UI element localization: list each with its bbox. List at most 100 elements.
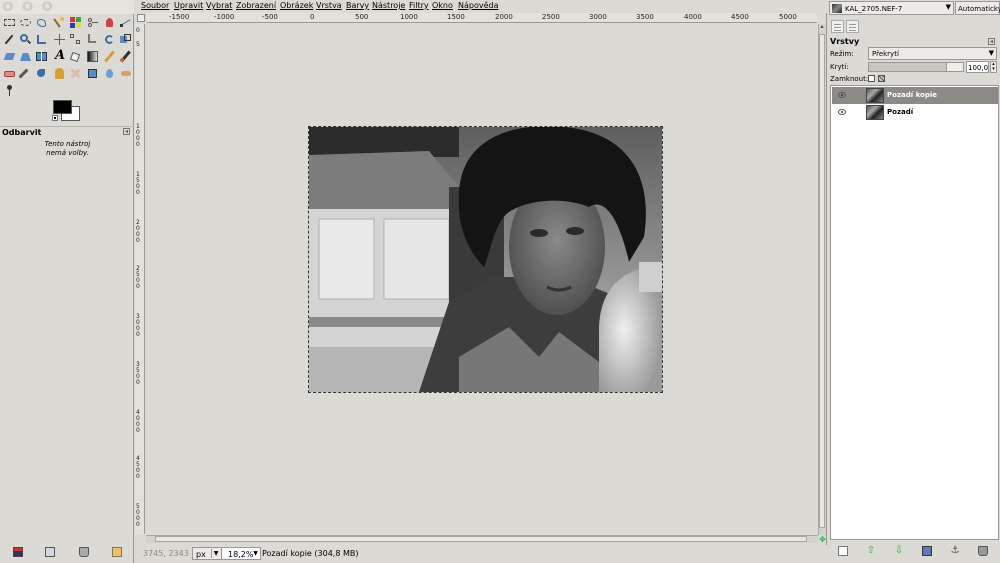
ruler-label: 0: [136, 27, 140, 34]
ruler-label: 2500: [136, 265, 140, 290]
menu-okno[interactable]: Okno: [432, 1, 453, 10]
eye-icon[interactable]: [838, 92, 846, 98]
flip-tool-icon[interactable]: [35, 50, 48, 63]
fuzzy-select-tool-icon[interactable]: [53, 16, 66, 29]
vertical-ruler[interactable]: 0 5 1000 1500 2000 2500 3000 3500 4000 4…: [135, 24, 145, 534]
shear-tool-icon[interactable]: [3, 50, 16, 63]
image-canvas-photo[interactable]: [308, 126, 663, 393]
horizontal-ruler[interactable]: -1500 -1000 -500 0 500 1000 1500 2000 25…: [147, 13, 817, 23]
menu-filtry[interactable]: Filtry: [409, 1, 429, 10]
clone-tool-icon[interactable]: [53, 67, 66, 80]
menu-nastroje[interactable]: Nástroje: [372, 1, 405, 10]
menu-barvy[interactable]: Barvy: [346, 1, 369, 10]
anchor-layer-icon[interactable]: ⚓: [950, 546, 960, 556]
menu-vrstva[interactable]: Vrstva: [316, 1, 342, 10]
ruler-label: 4000: [136, 409, 140, 434]
delete-layer-icon[interactable]: [978, 546, 988, 556]
measure-tool-icon[interactable]: [35, 33, 48, 46]
reset-options-icon[interactable]: [112, 547, 122, 557]
status-message: Pozadí kopie (304,8 MB): [262, 549, 359, 558]
layers-list[interactable]: Pozadí kopie Pozadí: [830, 85, 999, 540]
dodge-burn-tool-icon[interactable]: [3, 84, 16, 97]
image-select[interactable]: KAL_2705.NEF-7 ▼: [829, 1, 954, 15]
pencil-tool-icon[interactable]: [103, 50, 116, 63]
move-tool-icon[interactable]: [53, 33, 66, 46]
align-tool-icon[interactable]: [69, 33, 82, 46]
pointer-coordinates: 3745, 2343: [143, 549, 189, 558]
toolbox-window: o o o A Odbarvit ◂ Tento nástroj nemá vo…: [0, 0, 134, 563]
tool-options-title: Odbarvit: [2, 128, 42, 137]
text-tool-icon[interactable]: A: [53, 48, 66, 63]
crop-tool-icon[interactable]: [86, 33, 99, 46]
save-options-icon[interactable]: [13, 547, 23, 557]
layer-row[interactable]: Pozadí: [832, 104, 998, 121]
perspective-tool-icon[interactable]: [19, 50, 32, 63]
menu-upravit[interactable]: Upravit: [174, 1, 203, 10]
ruler-label: -500: [262, 13, 278, 21]
menu-vybrat[interactable]: Vybrat: [206, 1, 232, 10]
layer-row[interactable]: Pozadí kopie: [832, 87, 998, 104]
smudge-tool-icon[interactable]: [119, 67, 132, 80]
layer-thumbnail: [866, 105, 884, 120]
opacity-input[interactable]: 100,0: [966, 61, 989, 73]
unit-select[interactable]: px ▼: [192, 547, 222, 560]
rotate-tool-icon[interactable]: [103, 33, 116, 46]
tool-options-config-icon[interactable]: ◂: [123, 128, 130, 135]
tab-channels[interactable]: [846, 20, 859, 33]
quick-mask-toggle[interactable]: [137, 14, 145, 22]
tool-options-note: Tento nástroj nemá volby.: [44, 140, 91, 157]
opacity-spin-icon[interactable]: ▴ ▾: [990, 61, 997, 73]
blend-tool-icon[interactable]: [86, 50, 99, 63]
eye-icon[interactable]: [838, 109, 846, 115]
scissors-tool-icon[interactable]: [86, 16, 99, 29]
tab-layers[interactable]: [831, 20, 844, 33]
scale-tool-icon[interactable]: [119, 33, 132, 46]
mode-select[interactable]: Překrytí ▼: [868, 47, 997, 60]
select-by-color-tool-icon[interactable]: [69, 16, 82, 29]
ruler-label: 5: [136, 41, 140, 48]
dock-tabs: [828, 18, 1000, 35]
rect-select-tool-icon[interactable]: [3, 16, 16, 29]
menu-soubor[interactable]: Soubor: [141, 1, 169, 10]
ruler-label: -1500: [169, 13, 190, 21]
perspective-clone-tool-icon[interactable]: [86, 67, 99, 80]
ruler-label: 4500: [136, 455, 140, 480]
color-picker-tool-icon[interactable]: [3, 33, 16, 46]
auto-button[interactable]: Automaticky: [955, 1, 1000, 15]
layers-config-icon[interactable]: ◂: [988, 38, 995, 45]
paths-tool-icon[interactable]: [119, 16, 132, 29]
new-layer-icon[interactable]: [838, 546, 848, 556]
default-colors-icon[interactable]: [52, 115, 58, 121]
horizontal-scroll-thumb[interactable]: [155, 536, 807, 542]
ellipse-select-tool-icon[interactable]: [19, 16, 32, 29]
ink-tool-icon[interactable]: [35, 67, 48, 80]
bucket-fill-tool-icon[interactable]: [69, 50, 82, 63]
menu-obrazek[interactable]: Obrázek: [280, 1, 313, 10]
vertical-scroll-thumb[interactable]: [819, 34, 825, 528]
blur-tool-icon[interactable]: [103, 67, 116, 80]
foreground-select-tool-icon[interactable]: [103, 16, 116, 29]
raise-layer-icon[interactable]: ⇧: [866, 546, 876, 556]
navigate-icon[interactable]: ✥: [818, 536, 827, 544]
restore-options-icon[interactable]: [45, 547, 55, 557]
ruler-label: 2000: [495, 13, 513, 21]
menu-zobrazeni[interactable]: Zobrazení: [236, 1, 276, 10]
eraser-tool-icon[interactable]: [3, 67, 16, 80]
statusbar: 3745, 2343 px ▼ 18,2% ▼ Pozadí kopie (30…: [135, 545, 827, 563]
zoom-select[interactable]: 18,2% ▼: [221, 547, 261, 560]
heal-tool-icon[interactable]: [69, 67, 82, 80]
lock-alpha-icon[interactable]: [878, 75, 885, 82]
free-select-tool-icon[interactable]: [35, 16, 48, 29]
duplicate-layer-icon[interactable]: [922, 546, 932, 556]
menu-napoveda[interactable]: Nápověda: [458, 1, 499, 10]
airbrush-tool-icon[interactable]: [18, 67, 32, 80]
delete-options-icon[interactable]: [79, 547, 89, 557]
zoom-tool-icon[interactable]: [19, 33, 32, 46]
paintbrush-tool-icon[interactable]: [119, 50, 132, 63]
opacity-slider-handle[interactable]: [946, 62, 964, 72]
lower-layer-icon[interactable]: ⇩: [894, 546, 904, 556]
scroll-up-icon[interactable]: ▴: [819, 24, 825, 30]
foreground-color-swatch[interactable]: [53, 100, 72, 114]
layer-thumbnail: [866, 88, 884, 103]
lock-pixels-checkbox[interactable]: [868, 75, 875, 82]
